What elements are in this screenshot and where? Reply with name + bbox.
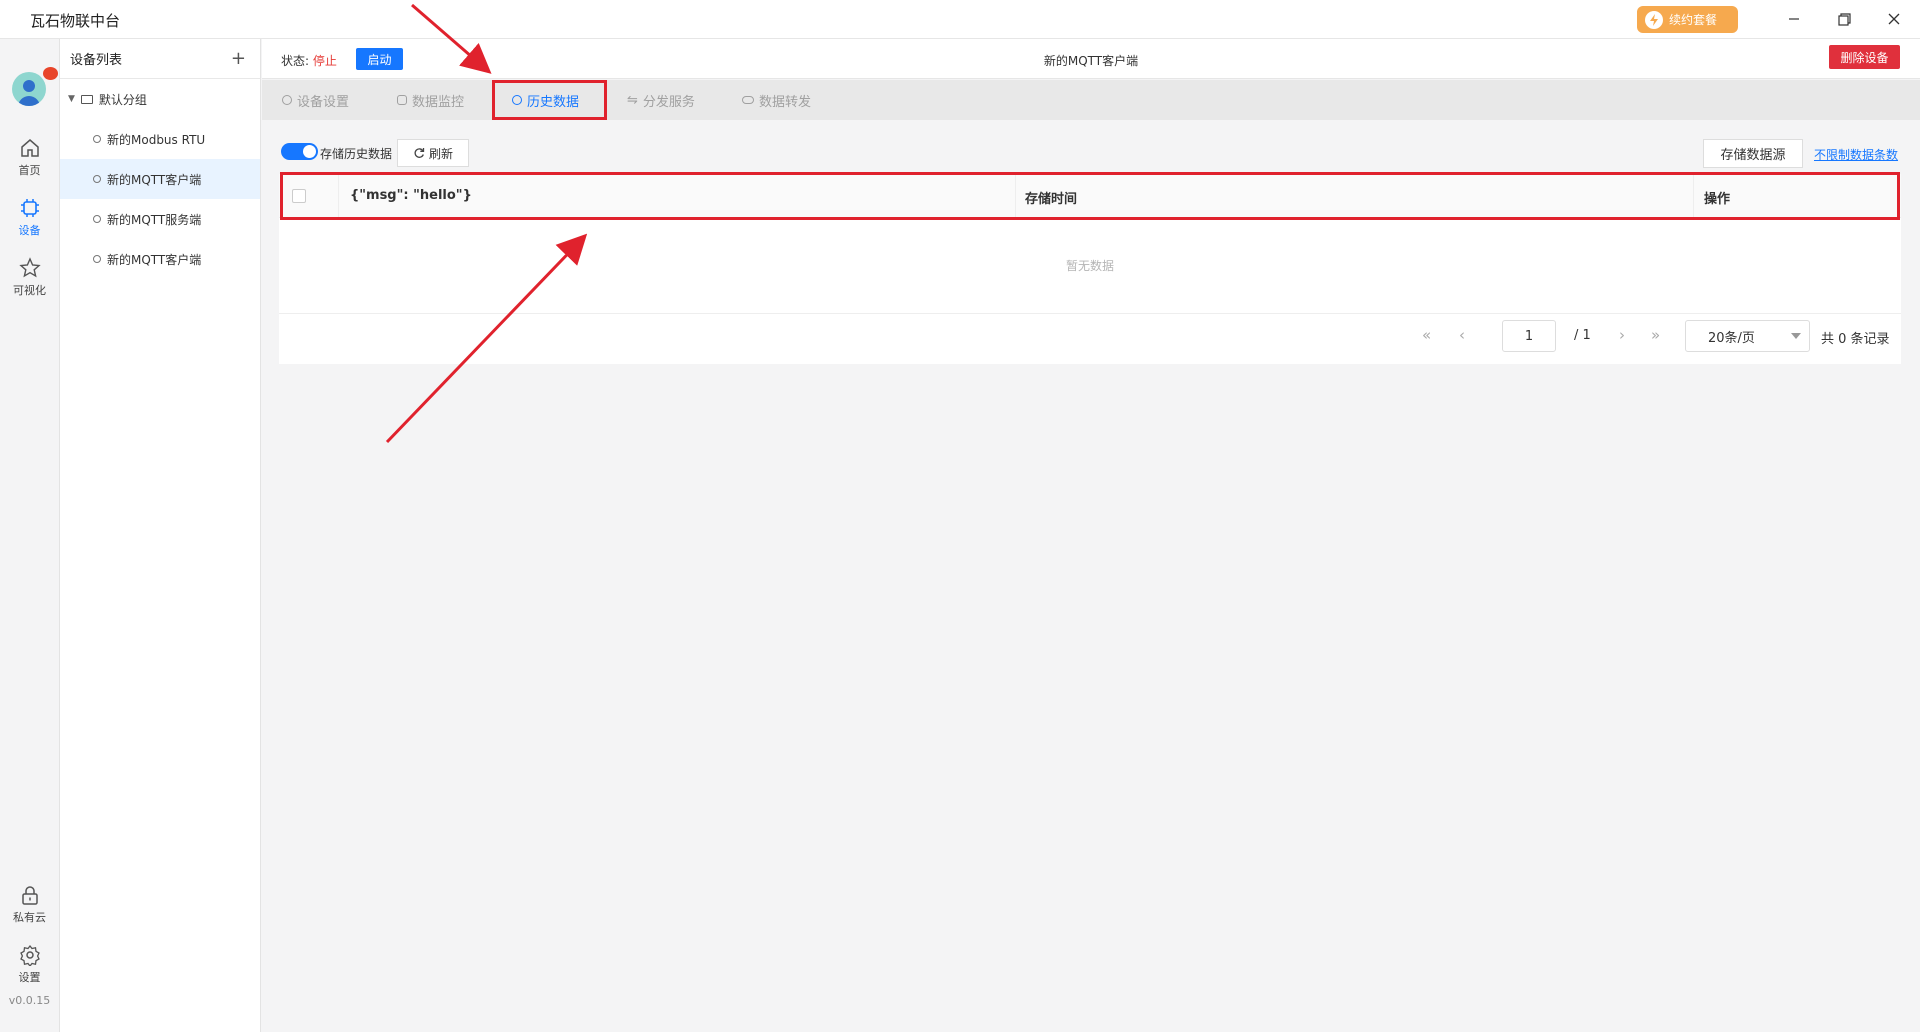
device-item-mqtt-client[interactable]: 新的MQTT客户端 bbox=[60, 159, 260, 199]
nav-devices[interactable]: 设备 bbox=[0, 197, 59, 238]
pagination: « ‹ 1 / 1 › » 20条/页 共 0 条记录 bbox=[279, 314, 1901, 364]
device-title: 新的MQTT客户端 bbox=[1043, 54, 1139, 68]
home-icon bbox=[20, 139, 39, 157]
device-item-modbus-rtu[interactable]: 新的Modbus RTU bbox=[60, 119, 260, 159]
status-dot-icon bbox=[93, 135, 101, 143]
gear-icon bbox=[19, 944, 40, 966]
star-icon bbox=[18, 257, 41, 278]
version-label: v0.0.15 bbox=[8, 994, 51, 1007]
settings-icon bbox=[282, 95, 292, 105]
folder-icon bbox=[80, 94, 93, 104]
empty-state: 暂无数据 bbox=[279, 218, 1901, 314]
device-list-header: 设备列表 + bbox=[60, 39, 260, 79]
device-item-mqtt-server[interactable]: 新的MQTT服务端 bbox=[60, 199, 260, 239]
store-history-toggle[interactable] bbox=[281, 143, 318, 160]
database-icon bbox=[397, 95, 407, 105]
refresh-button[interactable]: 刷新 bbox=[397, 139, 469, 167]
device-item-mqtt-client-2[interactable]: 新的MQTT客户端 bbox=[60, 239, 260, 279]
restore-icon[interactable] bbox=[1829, 8, 1859, 30]
nav-private-cloud[interactable]: 私有云 bbox=[0, 884, 59, 925]
tab-device-settings[interactable]: 设备设置 bbox=[282, 80, 349, 120]
storage-source-button[interactable]: 存储数据源 bbox=[1703, 139, 1803, 168]
device-list-panel: 设备列表 + ▼ 默认分组 新的Modbus RTU 新的MQTT客户端 新的M… bbox=[60, 39, 261, 1032]
message-badge-icon bbox=[43, 67, 58, 80]
caret-down-icon: ▼ bbox=[68, 94, 75, 104]
last-page-icon[interactable]: » bbox=[1651, 326, 1660, 344]
tab-data-forward[interactable]: 数据转发 bbox=[742, 80, 811, 120]
status-dot-icon bbox=[93, 215, 101, 223]
bolt-icon bbox=[1645, 10, 1663, 29]
nav-home[interactable]: 首页 bbox=[0, 137, 59, 178]
cloud-icon bbox=[742, 96, 754, 104]
device-item-label: 新的MQTT客户端 bbox=[107, 252, 202, 267]
page-size-select[interactable]: 20条/页 bbox=[1685, 320, 1810, 352]
page-size-value: 20条/页 bbox=[1708, 330, 1755, 346]
device-group-label: 默认分组 bbox=[98, 92, 147, 107]
device-item-label: 新的MQTT客户端 bbox=[107, 172, 202, 187]
minimize-icon[interactable] bbox=[1779, 8, 1809, 30]
device-topbar: 状态: 停止 启动 新的MQTT客户端 删除设备 bbox=[262, 39, 1920, 79]
annotation-box-header bbox=[280, 172, 1900, 220]
page-input[interactable]: 1 bbox=[1502, 320, 1556, 352]
renew-plan-button[interactable]: 续约套餐 bbox=[1637, 6, 1738, 33]
first-page-icon[interactable]: « bbox=[1422, 326, 1431, 344]
history-toolbar: 存储历史数据 刷新 存储数据源 不限制数据条数 bbox=[279, 136, 1901, 168]
tab-label: 设备设置 bbox=[297, 94, 350, 110]
status-dot-icon bbox=[93, 175, 101, 183]
tab-data-monitor[interactable]: 数据监控 bbox=[397, 80, 464, 120]
nav-private-cloud-label: 私有云 bbox=[13, 911, 46, 924]
device-list-title: 设备列表 bbox=[70, 53, 123, 68]
share-icon: ⇋ bbox=[627, 92, 638, 108]
next-page-icon[interactable]: › bbox=[1619, 326, 1625, 344]
dropdown-arrow-icon bbox=[1791, 333, 1801, 339]
nav-settings-label: 设置 bbox=[18, 971, 41, 984]
store-history-label: 存储历史数据 bbox=[320, 147, 393, 161]
nav-settings[interactable]: 设置 bbox=[0, 944, 59, 985]
tab-label: 数据监控 bbox=[412, 94, 465, 110]
title-bar: 瓦石物联中台 续约套餐 bbox=[0, 0, 1920, 39]
add-device-button[interactable]: + bbox=[231, 48, 246, 69]
renew-plan-label: 续约套餐 bbox=[1669, 13, 1718, 27]
refresh-label: 刷新 bbox=[428, 146, 453, 161]
device-item-label: 新的Modbus RTU bbox=[107, 132, 206, 147]
prev-page-icon[interactable]: ‹ bbox=[1459, 326, 1465, 344]
nav-visualize-label: 可视化 bbox=[13, 284, 46, 297]
close-icon[interactable] bbox=[1879, 8, 1909, 30]
device-group[interactable]: ▼ 默认分组 bbox=[60, 79, 260, 119]
device-item-label: 新的MQTT服务端 bbox=[107, 212, 202, 227]
unlimited-records-link[interactable]: 不限制数据条数 bbox=[1814, 146, 1898, 163]
delete-device-button[interactable]: 删除设备 bbox=[1829, 45, 1900, 69]
app-title: 瓦石物联中台 bbox=[30, 12, 121, 30]
chip-icon bbox=[20, 199, 39, 217]
refresh-icon bbox=[414, 148, 425, 158]
nav-rail: 首页 设备 可视化 私有云 设置 v0.0.15 bbox=[0, 39, 60, 1032]
nav-devices-label: 设备 bbox=[18, 224, 41, 237]
tab-label: 分发服务 bbox=[642, 94, 695, 110]
record-count: 共 0 条记录 bbox=[1821, 332, 1890, 347]
tab-label: 数据转发 bbox=[759, 94, 812, 110]
annotation-box-tab bbox=[492, 80, 607, 120]
nav-home-label: 首页 bbox=[18, 164, 41, 177]
status-dot-icon bbox=[93, 255, 101, 263]
total-pages: / 1 bbox=[1574, 328, 1591, 343]
tab-distribution-service[interactable]: ⇋ 分发服务 bbox=[627, 80, 695, 120]
nav-visualize[interactable]: 可视化 bbox=[0, 257, 59, 298]
lock-icon bbox=[21, 886, 38, 905]
avatar[interactable] bbox=[12, 72, 46, 106]
